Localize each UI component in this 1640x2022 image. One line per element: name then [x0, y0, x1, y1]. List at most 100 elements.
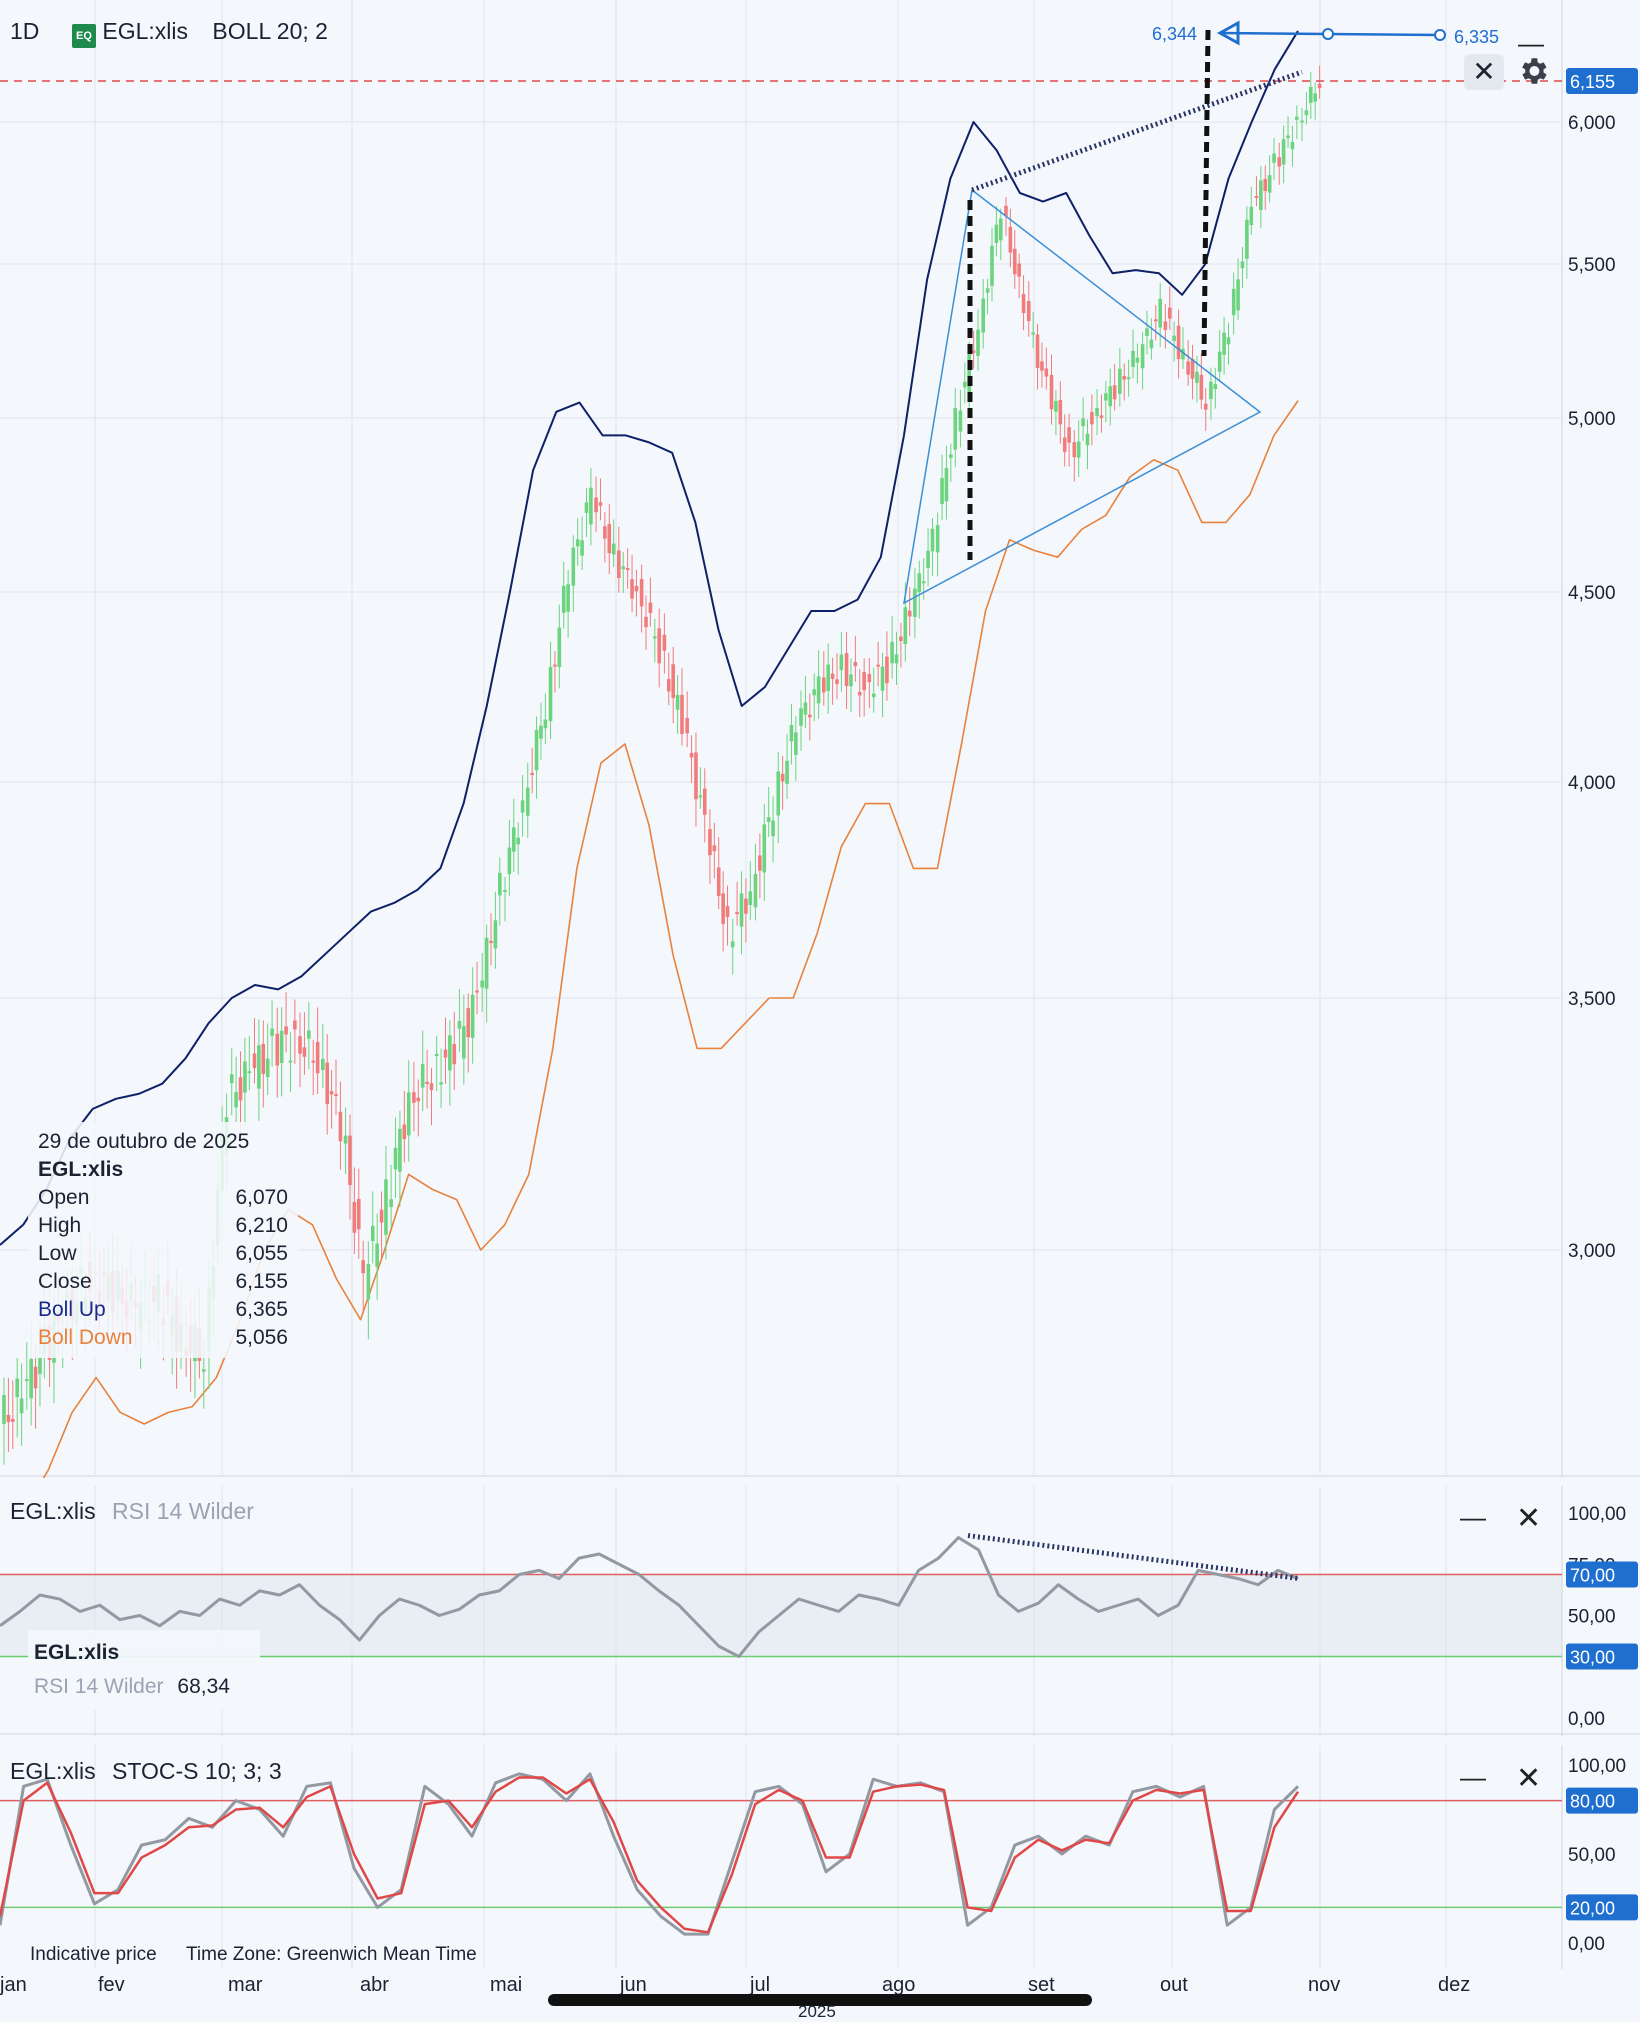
candle-body: [644, 616, 648, 628]
symbol-label[interactable]: EGL:xlis: [102, 18, 188, 44]
triangle-drawing: [903, 189, 1262, 605]
candle-body: [257, 1045, 261, 1089]
stoch-symbol: EGL:xlis: [10, 1758, 96, 1784]
candle-body: [589, 487, 593, 525]
candle-body: [958, 410, 963, 432]
candle-body: [816, 676, 821, 704]
equity-badge: EQ: [72, 24, 96, 48]
rsi-close-icon[interactable]: ✕: [1516, 1504, 1541, 1534]
candle-body: [489, 940, 493, 944]
candle-body: [265, 1058, 270, 1078]
candle-body: [543, 719, 548, 729]
candle-body: [1240, 261, 1245, 269]
candle-body: [311, 1060, 316, 1063]
candle-body: [356, 1198, 361, 1230]
candle-body: [1236, 279, 1240, 311]
candle-body: [803, 702, 808, 715]
rsi-indicator[interactable]: RSI 14 Wilder: [112, 1498, 254, 1524]
candle-body: [680, 694, 684, 734]
rsi-tick-label: 50,00: [1568, 1607, 1616, 1628]
rsi-minimize-icon[interactable]: —: [1460, 1502, 1486, 1532]
candle-body: [1099, 415, 1104, 418]
candle-body: [830, 673, 835, 679]
candle-body: [994, 224, 999, 243]
candle-body: [1135, 357, 1140, 363]
candle-body: [1249, 206, 1254, 226]
candle-body: [1049, 374, 1054, 410]
candle-body: [412, 1092, 416, 1103]
candle-body: [1035, 334, 1040, 369]
rsi-level-label: 30,00: [1570, 1648, 1615, 1668]
candle-body: [1131, 350, 1135, 367]
candle-body: [229, 1074, 234, 1084]
candle-body: [1203, 403, 1208, 410]
candle-body: [238, 1077, 243, 1101]
candle-body: [826, 664, 830, 691]
candle-body: [507, 847, 512, 875]
candle-body: [758, 855, 762, 871]
candle-body: [1259, 180, 1263, 211]
candle-body: [243, 1061, 247, 1093]
trendline-drawing: [971, 69, 1303, 193]
candle-body: [930, 528, 935, 552]
price-tick-label: 3,000: [1568, 1241, 1616, 1262]
candle-body: [730, 941, 735, 948]
candle-body: [657, 628, 662, 664]
stoch-close-icon[interactable]: ✕: [1516, 1764, 1541, 1794]
candle-body: [511, 827, 516, 852]
indicator-label[interactable]: BOLL 20; 2: [212, 18, 328, 44]
candle-body: [1118, 368, 1122, 394]
candle-body: [762, 824, 767, 873]
candle-body: [976, 329, 980, 356]
rsi-header: EGL:xlis RSI 14 Wilder: [10, 1498, 254, 1525]
candle-body: [334, 1094, 338, 1097]
gear-icon[interactable]: [1516, 54, 1550, 88]
candle-body: [1213, 384, 1218, 390]
candle-body: [402, 1124, 407, 1140]
rsi-symbol: EGL:xlis: [10, 1498, 96, 1524]
stoch-k-line: [0, 1772, 1300, 1936]
candle-body: [38, 1357, 42, 1374]
candle-body: [1163, 321, 1168, 331]
tooltip-row-boll-down: Boll Down 5,056: [38, 1326, 288, 1349]
candle-body: [812, 689, 817, 696]
candle-body: [338, 1111, 343, 1142]
candle-body: [940, 477, 944, 504]
interval-label[interactable]: 1D: [10, 18, 39, 44]
candle-body: [1017, 263, 1021, 277]
arrow-handle: [1434, 29, 1446, 41]
candle-body: [575, 539, 580, 547]
candle-body: [475, 990, 479, 993]
candle-body: [894, 654, 899, 664]
candle-body: [434, 1053, 439, 1057]
candle-body: [443, 1049, 448, 1058]
price-tick-label: 3,500: [1568, 989, 1616, 1010]
arrow-right-label: 6,335: [1454, 27, 1499, 47]
candle-body: [789, 725, 794, 742]
candle-body: [949, 454, 953, 458]
candle-body: [557, 627, 562, 668]
tooltip-row-low: Low 6,055: [38, 1242, 288, 1265]
stoch-minimize-icon[interactable]: —: [1460, 1762, 1486, 1792]
stoch-indicator[interactable]: STOC-S 10; 3; 3: [112, 1758, 282, 1784]
x-tick-label: out: [1160, 1974, 1188, 1996]
candle-body: [1176, 325, 1181, 360]
candle-body: [1044, 368, 1049, 377]
candle-body: [1095, 407, 1099, 417]
candle-body: [247, 1071, 252, 1074]
candle-body: [29, 1358, 33, 1399]
tooltip-row-boll-up: Boll Up 6,365: [38, 1298, 288, 1321]
candle-body: [926, 550, 930, 569]
close-icon[interactable]: ✕: [1464, 54, 1504, 90]
candle-body: [1149, 339, 1154, 349]
candle-body: [689, 752, 694, 758]
rsi-legend-indicator: RSI 14 Wilder: [34, 1675, 164, 1698]
candle-body: [493, 920, 498, 949]
stoch-header: EGL:xlis STOC-S 10; 3; 3: [10, 1758, 282, 1785]
candle-body: [821, 677, 826, 693]
candle-body: [325, 1062, 330, 1105]
candle-body: [553, 664, 557, 667]
candle-body: [1317, 83, 1322, 89]
candle-body: [839, 654, 844, 671]
candle-body: [484, 937, 489, 989]
